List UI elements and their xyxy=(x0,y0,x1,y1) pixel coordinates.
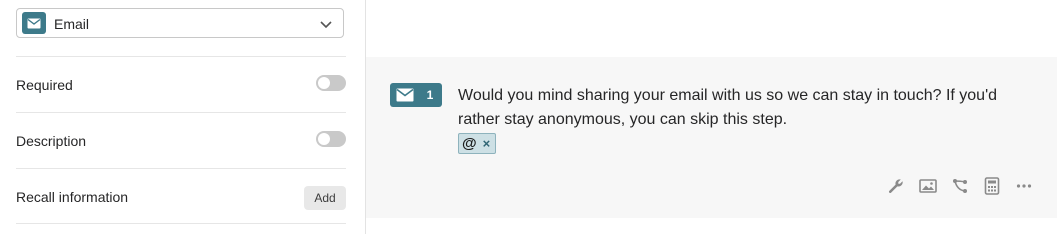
remove-chip-button[interactable]: × xyxy=(483,134,491,153)
wrench-icon[interactable] xyxy=(887,177,905,195)
setting-row-description: Description xyxy=(16,112,346,168)
question-settings-panel: Email Required Description Recall inform… xyxy=(0,0,366,234)
envelope-icon xyxy=(396,88,414,102)
setting-label-description: Description xyxy=(16,133,87,149)
envelope-icon xyxy=(22,12,46,34)
setting-row-required: Required xyxy=(16,56,346,112)
calculator-icon[interactable] xyxy=(983,177,1001,195)
form-builder: Email Required Description Recall inform… xyxy=(0,0,1057,234)
toggle-knob xyxy=(318,133,330,145)
setting-label-recall-information: Recall information xyxy=(16,189,129,205)
chevron-down-icon xyxy=(319,17,333,29)
image-icon[interactable] xyxy=(919,177,937,195)
recall-add-button[interactable]: Add xyxy=(304,186,346,210)
question-type-label: Email xyxy=(54,16,90,32)
toggle-knob xyxy=(318,77,330,89)
divider xyxy=(16,223,346,224)
at-sign-icon: @ xyxy=(462,135,477,152)
question-block[interactable]: 1 Would you mind sharing your email with… xyxy=(366,57,1057,218)
question-type-dropdown[interactable]: Email xyxy=(16,8,344,38)
question-badge: 1 xyxy=(390,83,442,107)
question-number: 1 xyxy=(426,88,434,102)
setting-row-recall-information: Recall information Add xyxy=(16,168,346,224)
description-toggle[interactable] xyxy=(316,131,346,147)
question-toolbar xyxy=(887,177,1033,195)
more-icon[interactable] xyxy=(1015,177,1033,195)
question-text-editor[interactable]: Would you mind sharing your email with u… xyxy=(458,84,1018,132)
required-toggle[interactable] xyxy=(316,75,346,91)
logic-branch-icon[interactable] xyxy=(951,177,969,195)
setting-label-required: Required xyxy=(16,77,73,93)
question-canvas: 1 Would you mind sharing your email with… xyxy=(366,0,1057,234)
email-answer-chip: @ × xyxy=(458,133,497,154)
